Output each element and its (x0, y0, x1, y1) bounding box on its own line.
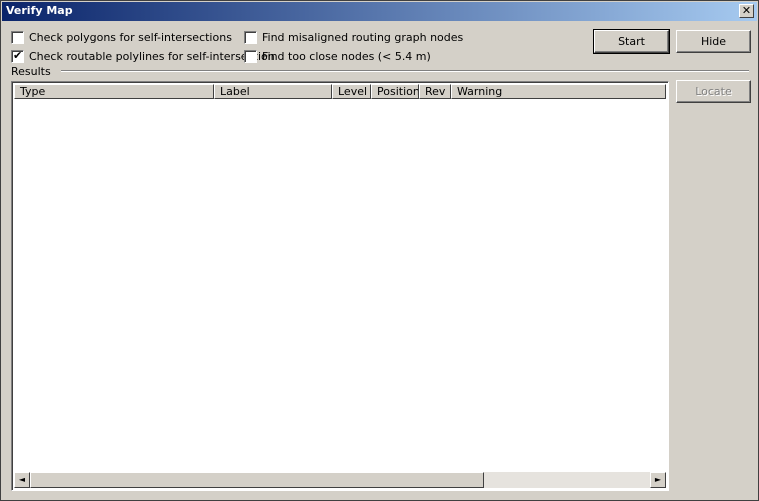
column-level[interactable]: Level (332, 84, 371, 99)
start-button[interactable]: Start (593, 29, 670, 54)
results-divider (61, 70, 749, 72)
column-position[interactable]: Position (371, 84, 419, 99)
column-warning[interactable]: Warning (451, 84, 666, 99)
scroll-thumb[interactable] (30, 472, 484, 488)
check-polygons-checkbox[interactable] (11, 30, 24, 44)
check-polygons-label: Check polygons for self-intersections (29, 30, 232, 44)
column-label[interactable]: Label (214, 84, 332, 99)
results-header: Type Label Level Position Rev Warning (14, 84, 666, 99)
find-misaligned-checkbox[interactable] (244, 30, 257, 44)
locate-button[interactable]: Locate (676, 80, 751, 103)
close-icon[interactable]: ✕ (739, 4, 754, 18)
find-misaligned-option[interactable]: Find misaligned routing graph nodes (244, 30, 463, 44)
find-close-nodes-label: Find too close nodes (< 5.4 m) (262, 49, 431, 63)
find-close-nodes-checkbox[interactable] (244, 49, 257, 63)
window-title: Verify Map (6, 4, 73, 17)
find-close-nodes-option[interactable]: Find too close nodes (< 5.4 m) (244, 49, 431, 63)
title-bar: Verify Map ✕ (2, 2, 757, 21)
results-list[interactable]: Type Label Level Position Rev Warning ◄ … (11, 81, 669, 491)
column-rev[interactable]: Rev (419, 84, 451, 99)
check-polylines-label: Check routable polylines for self-inters… (29, 49, 275, 63)
check-polylines-checkbox[interactable] (11, 49, 24, 63)
scroll-left-icon[interactable]: ◄ (14, 472, 30, 488)
scroll-right-icon[interactable]: ► (650, 472, 666, 488)
horizontal-scrollbar[interactable]: ◄ ► (14, 472, 666, 488)
hide-button[interactable]: Hide (676, 30, 751, 53)
check-polylines-option[interactable]: Check routable polylines for self-inters… (11, 49, 275, 63)
column-type[interactable]: Type (14, 84, 214, 99)
verify-map-dialog: Verify Map ✕ Check polygons for self-int… (0, 0, 759, 501)
find-misaligned-label: Find misaligned routing graph nodes (262, 30, 464, 44)
results-label: Results (11, 65, 51, 78)
check-polygons-option[interactable]: Check polygons for self-intersections (11, 30, 232, 44)
